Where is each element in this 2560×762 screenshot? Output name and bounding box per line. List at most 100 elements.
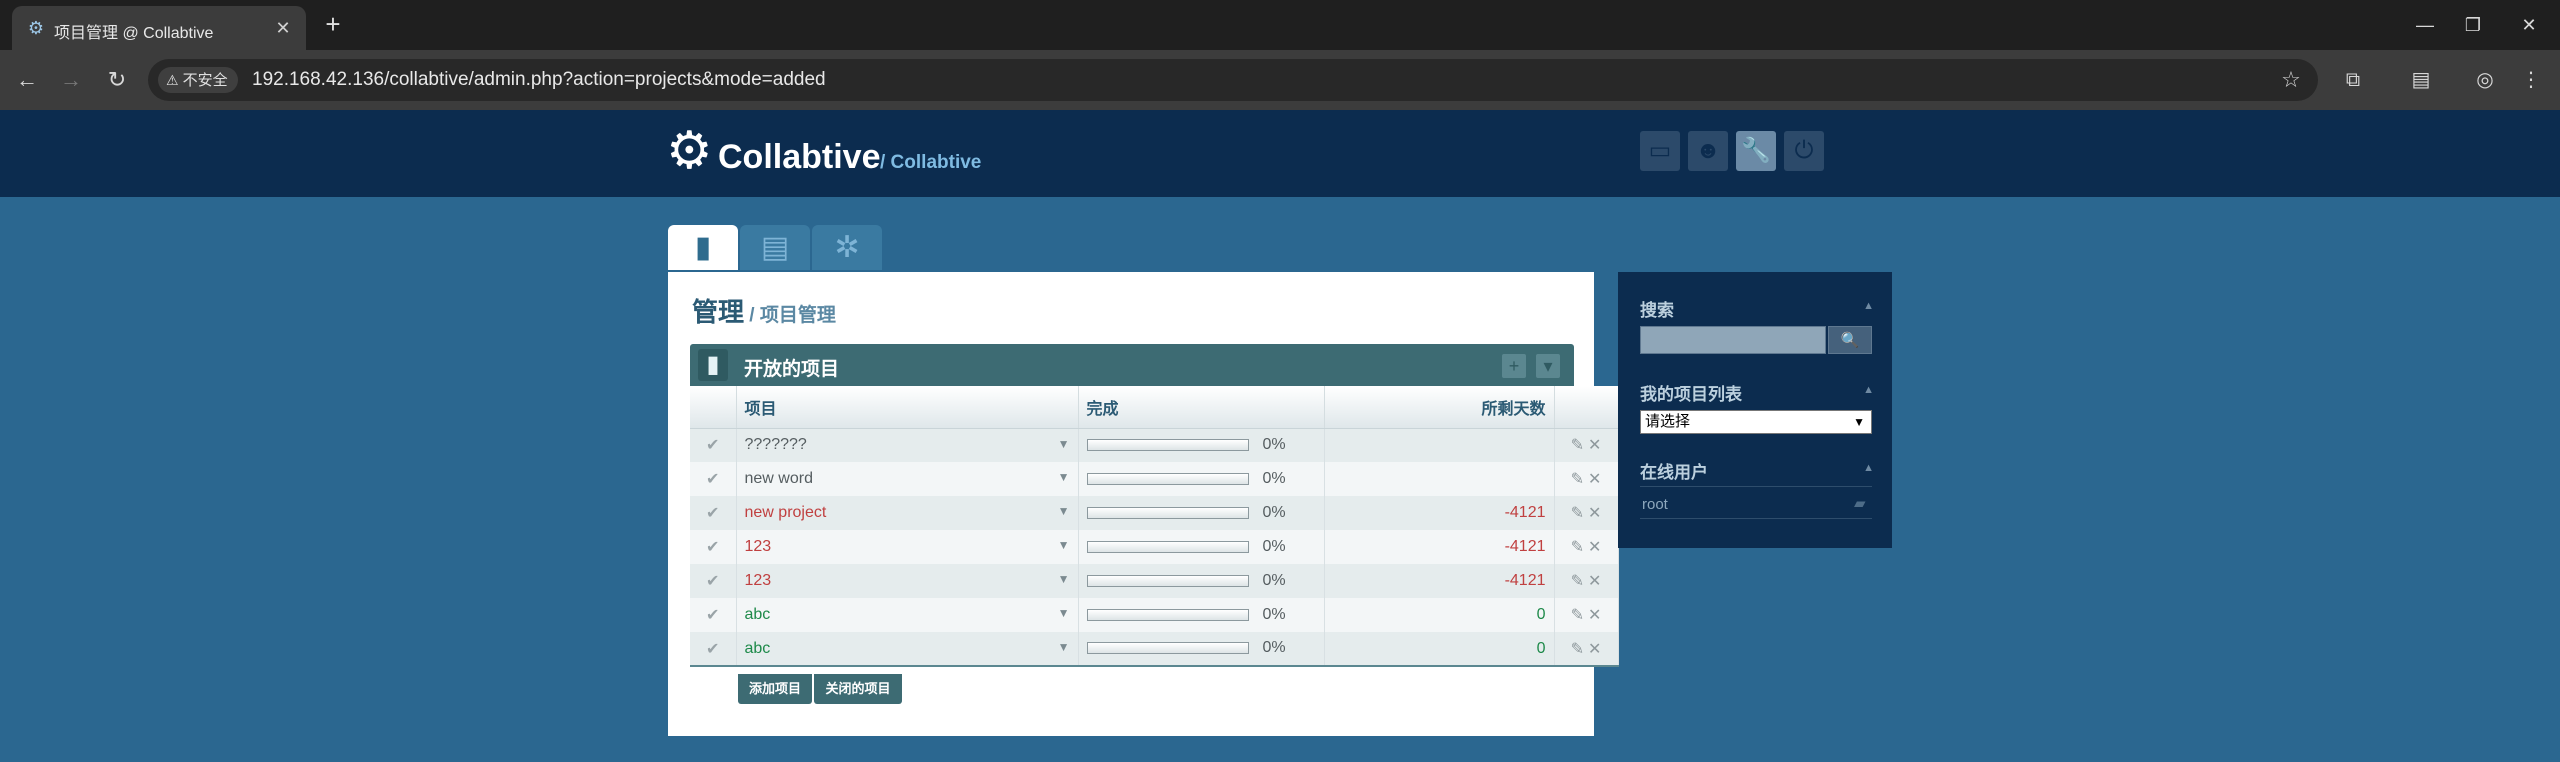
check-icon[interactable]: ✔: [690, 632, 737, 667]
project-name-cell[interactable]: new word ▼: [736, 462, 1079, 496]
breadcrumb: 管理 / 项目管理: [692, 292, 836, 329]
progress-label: 0%: [1262, 469, 1286, 487]
desktop-icon[interactable]: ▭: [1640, 131, 1680, 171]
pencil-icon[interactable]: ✎: [1571, 437, 1584, 454]
chevron-down-icon[interactable]: ▼: [1058, 504, 1070, 518]
progress-bar: [1086, 506, 1249, 519]
close-icon[interactable]: ✕: [272, 17, 294, 39]
close-icon[interactable]: ✕: [1588, 437, 1601, 454]
chevron-down-icon[interactable]: ▼: [1058, 572, 1070, 586]
check-icon[interactable]: ✔: [690, 530, 737, 564]
project-name[interactable]: 123: [745, 538, 772, 556]
page-title: 管理: [692, 297, 745, 327]
table-row: ✔ new project ▼ 0% -4121 ✎ ✕: [690, 496, 1619, 530]
extensions-icon[interactable]: ⧉: [2338, 65, 2368, 95]
check-icon[interactable]: ✔: [690, 496, 737, 530]
header-project[interactable]: 项目: [736, 386, 1079, 429]
open-projects-block: ▮ 开放的项目 + ▾ 项目 完成 所剩天数 ✔??????? ▼ 0% ✎ ✕ ✔ new…: [690, 344, 1619, 667]
power-icon[interactable]: ⏻: [1784, 131, 1824, 171]
project-name-cell[interactable]: new project ▼: [736, 496, 1079, 530]
projects-tab-icon[interactable]: ▮: [668, 225, 738, 270]
reload-icon[interactable]: ↻: [102, 65, 132, 95]
close-icon[interactable]: ✕: [1588, 641, 1601, 658]
progress-label: 0%: [1262, 537, 1286, 555]
pencil-icon[interactable]: ✎: [1571, 607, 1584, 624]
progress-bar: [1086, 472, 1249, 485]
project-name-cell[interactable]: abc ▼: [736, 632, 1079, 667]
project-name[interactable]: new word: [745, 470, 813, 488]
chevron-down-icon[interactable]: ▼: [1058, 606, 1070, 620]
close-icon[interactable]: ✕: [1588, 607, 1601, 624]
chevron-down-icon[interactable]: ▼: [1058, 437, 1070, 451]
chevron-down-icon[interactable]: ▼: [1058, 640, 1070, 654]
table-row: ✔ 123 ▼ 0% -4121 ✎ ✕: [690, 564, 1619, 598]
closed-projects-button[interactable]: 关闭的项目: [814, 674, 902, 704]
close-icon[interactable]: ✕: [1588, 573, 1601, 590]
user-icon[interactable]: ☻: [1688, 131, 1728, 171]
collapse-icon[interactable]: ▾: [1536, 354, 1560, 378]
url-text[interactable]: 192.168.42.136/collabtive/admin.php?acti…: [252, 69, 826, 91]
minimize-icon[interactable]: —: [2410, 10, 2440, 40]
progress-cell: 0%: [1078, 564, 1325, 598]
project-name[interactable]: 123: [745, 572, 772, 590]
project-name-cell[interactable]: 123 ▼: [736, 530, 1079, 564]
project-name[interactable]: abc: [745, 606, 771, 624]
back-icon[interactable]: ←: [12, 65, 42, 95]
browser-tab[interactable]: ⚙ 项目管理 @ Collabtive ✕: [12, 6, 306, 50]
pencil-icon[interactable]: ✎: [1571, 505, 1584, 522]
chevron-down-icon[interactable]: ▼: [1058, 538, 1070, 552]
collapse-arrow-icon[interactable]: ▲: [1863, 462, 1874, 474]
pencil-icon[interactable]: ✎: [1571, 471, 1584, 488]
close-icon[interactable]: ✕: [1588, 471, 1601, 488]
clipboard-tab-icon[interactable]: ▤: [740, 225, 810, 270]
collapse-arrow-icon[interactable]: ▲: [1863, 300, 1874, 312]
check-icon[interactable]: ✔: [690, 462, 737, 496]
check-icon[interactable]: ✔: [690, 564, 737, 598]
my-projects-title: 我的项目列表: [1640, 385, 1742, 404]
project-name[interactable]: abc: [745, 640, 771, 658]
search-icon[interactable]: 🔍: [1828, 326, 1872, 354]
pencil-icon[interactable]: ✎: [1571, 641, 1584, 658]
progress-label: 0%: [1262, 436, 1286, 454]
restore-icon[interactable]: ❐: [2458, 10, 2488, 40]
project-name-cell[interactable]: 123 ▼: [736, 564, 1079, 598]
settings-tab-icon[interactable]: ✲: [812, 225, 882, 270]
project-name[interactable]: ???????: [745, 436, 807, 454]
pencil-icon[interactable]: ✎: [1571, 573, 1584, 590]
progress-cell: 0%: [1078, 496, 1325, 530]
project-name[interactable]: new project: [745, 504, 827, 522]
header-done[interactable]: 完成: [1078, 386, 1325, 429]
add-project-button[interactable]: 添加项目: [738, 674, 812, 704]
add-icon[interactable]: +: [1502, 354, 1526, 378]
forward-icon[interactable]: →: [56, 65, 86, 95]
check-icon[interactable]: ✔: [690, 598, 737, 632]
project-name-cell[interactable]: abc ▼: [736, 598, 1079, 632]
close-icon[interactable]: ✕: [1588, 505, 1601, 522]
progress-cell: 0%: [1078, 530, 1325, 564]
days-left: [1324, 428, 1555, 462]
search-input[interactable]: [1640, 326, 1826, 354]
header-days-left[interactable]: 所剩天数: [1324, 386, 1555, 429]
chat-icon[interactable]: ▰: [1854, 496, 1872, 512]
my-projects-select[interactable]: 请选择 ▼: [1640, 410, 1872, 434]
security-chip[interactable]: ⚠ 不安全: [158, 67, 238, 93]
bookmark-star-icon[interactable]: ☆: [2278, 67, 2304, 93]
profile-icon[interactable]: ◎: [2470, 65, 2500, 95]
new-tab-icon[interactable]: +: [320, 11, 346, 38]
close-icon[interactable]: ✕: [1588, 539, 1601, 556]
check-icon[interactable]: ✔: [690, 428, 737, 462]
menu-icon[interactable]: ⋮: [2516, 65, 2546, 95]
progress-bar: [1086, 574, 1249, 587]
online-user[interactable]: root: [1642, 496, 1668, 513]
chevron-down-icon[interactable]: ▼: [1058, 470, 1070, 484]
project-name-cell[interactable]: ??????? ▼: [736, 428, 1079, 462]
wrench-icon[interactable]: 🔧: [1736, 131, 1776, 171]
media-icon[interactable]: ▤: [2406, 65, 2436, 95]
warning-icon: ⚠: [166, 72, 179, 88]
window-close-icon[interactable]: ✕: [2514, 10, 2544, 40]
collapse-arrow-icon[interactable]: ▲: [1863, 384, 1874, 396]
address-bar[interactable]: ⚠ 不安全 192.168.42.136/collabtive/admin.php…: [148, 59, 2318, 101]
gear-logo-icon: ⚙: [666, 122, 713, 180]
pencil-icon[interactable]: ✎: [1571, 539, 1584, 556]
progress-bar: [1086, 439, 1249, 452]
